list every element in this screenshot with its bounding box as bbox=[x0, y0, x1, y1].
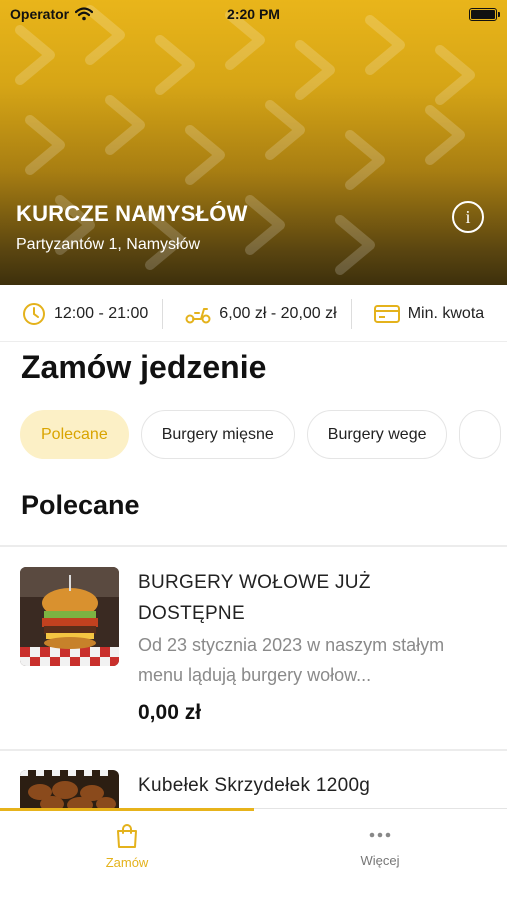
product-item[interactable]: BURGERY WOŁOWE JUŻ DOSTĘPNE Od 23 styczn… bbox=[0, 548, 507, 748]
opening-hours-text: 12:00 - 21:00 bbox=[54, 304, 149, 322]
restaurant-name: KURCZE NAMYSŁÓW bbox=[16, 201, 248, 226]
delivery-cost: 6,00 zł - 20,00 zł bbox=[163, 303, 350, 325]
chip-polecane[interactable]: Polecane bbox=[20, 410, 129, 459]
clock-icon bbox=[23, 302, 45, 325]
scooter-icon bbox=[185, 307, 211, 323]
delivery-cost-text: 6,00 zł - 20,00 zł bbox=[219, 304, 337, 322]
info-strip[interactable]: 12:00 - 21:00 6,00 zł - 20,00 zł Min. kw… bbox=[0, 286, 507, 342]
category-title: Polecane bbox=[21, 490, 140, 520]
carrier-label: Operator bbox=[10, 6, 70, 22]
min-order-text: Min. kwota bbox=[407, 304, 485, 322]
min-order: Min. kwota bbox=[352, 304, 498, 324]
status-bar: Operator 2:20 PM bbox=[0, 0, 507, 28]
chip-burgery-miesne[interactable]: Burgery mięsne bbox=[140, 410, 295, 459]
restaurant-address: Partyzantów 1, Namysłów bbox=[16, 236, 201, 253]
product-description: Od 23 stycznia 2023 w naszym stałym menu… bbox=[138, 635, 445, 685]
product-name: Kubełek Skrzydełek 1200g bbox=[138, 775, 371, 796]
bag-icon bbox=[117, 824, 137, 848]
product-name: BURGERY WOŁOWE JUŻ DOSTĘPNE bbox=[138, 572, 371, 624]
info-icon[interactable]: i bbox=[452, 201, 484, 233]
product-image bbox=[20, 770, 119, 808]
tab-wiecej-label: Więcej bbox=[360, 853, 400, 868]
card-icon bbox=[373, 304, 400, 323]
restaurant-header: Operator 2:20 PM KURCZE NAMYSŁÓW Partyza… bbox=[0, 0, 507, 285]
tab-zamow-label: Zamów bbox=[105, 855, 149, 870]
product-price: 0,00 zł bbox=[138, 701, 202, 724]
tab-zamow[interactable]: Zamów bbox=[67, 823, 187, 870]
divider bbox=[0, 545, 507, 547]
product-image bbox=[20, 567, 119, 666]
divider bbox=[0, 749, 507, 751]
opening-hours: 12:00 - 21:00 bbox=[0, 302, 162, 326]
chip-more[interactable] bbox=[459, 410, 502, 459]
wifi-icon bbox=[75, 7, 94, 21]
page-title: Zamów jedzenie bbox=[21, 349, 267, 385]
chip-burgery-wege[interactable]: Burgery wege bbox=[306, 410, 448, 459]
more-icon bbox=[369, 832, 391, 838]
battery-icon bbox=[469, 7, 500, 21]
product-item[interactable]: Kubełek Skrzydełek 1200g bbox=[0, 752, 507, 808]
tab-wiecej[interactable]: Więcej bbox=[320, 823, 440, 868]
category-chips[interactable]: Polecane Burgery mięsne Burgery wege bbox=[20, 410, 502, 459]
tab-indicator bbox=[0, 808, 254, 811]
tab-bar: Zamów Więcej bbox=[0, 808, 507, 900]
